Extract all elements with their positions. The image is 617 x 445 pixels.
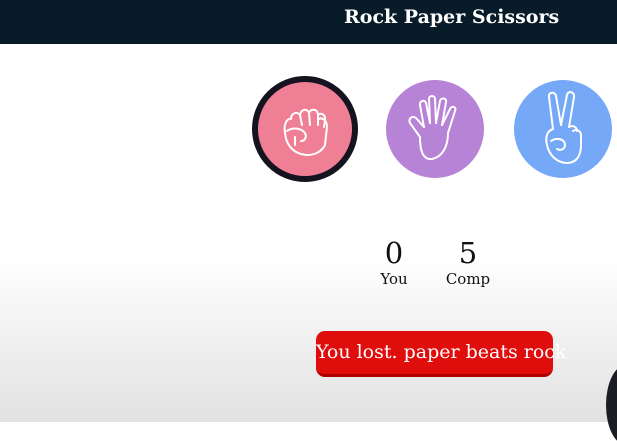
navbar: Rock Paper Scissors	[0, 0, 617, 44]
paper-choice-button[interactable]	[386, 80, 484, 178]
fist-icon	[283, 108, 328, 156]
scissors-choice-button[interactable]	[514, 80, 612, 178]
peace-hand-icon	[545, 91, 582, 164]
comp-score: 5 Comp	[438, 236, 498, 288]
open-hand-icon	[408, 95, 457, 161]
user-score: 0 You	[364, 236, 424, 288]
page-title: Rock Paper Scissors	[344, 6, 560, 28]
result-message: You lost. paper beats rock	[316, 331, 566, 377]
comp-score-label: Comp	[445, 270, 491, 288]
rock-choice-button[interactable]	[252, 76, 358, 182]
user-score-label: You	[380, 270, 408, 288]
corner-overlay	[606, 365, 617, 445]
user-score-value: 0	[384, 236, 404, 270]
comp-score-value: 5	[458, 236, 478, 270]
